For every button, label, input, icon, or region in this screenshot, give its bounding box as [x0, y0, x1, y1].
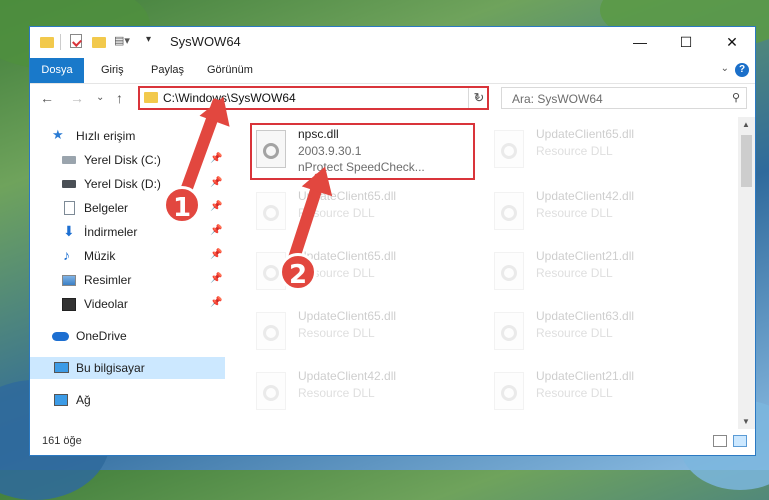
explorer-window: ▤▾ ▾ SysWOW64 — ☐ ✕ Dosya Giriş Paylaş G…: [29, 26, 756, 456]
sidebar-item-network[interactable]: Ağ: [30, 389, 225, 411]
star-icon: ★: [52, 127, 64, 142]
list-item[interactable]: UpdateClient63.dll Resource DLL: [490, 307, 716, 359]
list-item[interactable]: UpdateClient21.dll Resource DLL: [490, 247, 716, 299]
sidebar-item-onedrive[interactable]: OneDrive: [30, 325, 225, 347]
item-count: 161 öğe: [42, 435, 82, 447]
quick-access-dropdown-icon[interactable]: ▾: [146, 34, 151, 50]
folder-icon: [40, 34, 54, 50]
pin-icon[interactable]: 📌: [210, 201, 222, 212]
forward-button[interactable]: →: [70, 90, 84, 106]
tab-home[interactable]: Giriş: [101, 58, 124, 83]
recent-locations-button[interactable]: ⌄: [96, 92, 104, 103]
vertical-scrollbar[interactable]: ▲ ▼: [738, 117, 755, 429]
close-button[interactable]: ✕: [709, 27, 755, 58]
refresh-icon[interactable]: ↻: [468, 88, 489, 108]
scroll-down-icon[interactable]: ▼: [742, 417, 750, 426]
customize-quick-access-icon[interactable]: ▤▾: [114, 34, 130, 50]
search-input[interactable]: Ara: SysWOW64 ⚲: [501, 87, 747, 109]
navigation-bar: ← → ⌄ ↑ C:\Windows\SysWOW64 ⌄ ↻ Ara: Sys…: [30, 84, 755, 114]
pin-icon[interactable]: 📌: [210, 273, 222, 284]
dll-file-icon: [494, 312, 524, 350]
dll-file-icon: [256, 312, 286, 350]
maximize-button[interactable]: ☐: [663, 27, 709, 58]
list-item[interactable]: UpdateClient65.dll Resource DLL: [252, 307, 478, 359]
downloads-icon: ⬇: [63, 223, 75, 239]
list-item[interactable]: UpdateClient65.dll Resource DLL: [252, 187, 478, 239]
expand-ribbon-icon[interactable]: ⌄: [721, 63, 729, 74]
sidebar-item-downloads[interactable]: ⬇ İndirmeler 📌: [30, 221, 225, 243]
videos-icon: [62, 298, 76, 311]
step-2-badge: 2: [279, 253, 317, 291]
minimize-button[interactable]: —: [617, 27, 663, 58]
up-button[interactable]: ↑: [116, 90, 123, 106]
tab-share[interactable]: Paylaş: [151, 58, 184, 83]
dll-file-icon: [494, 192, 524, 230]
network-icon: [54, 394, 68, 406]
drive-icon: [62, 180, 76, 188]
search-placeholder: Ara: SysWOW64: [512, 92, 603, 106]
search-icon[interactable]: ⚲: [732, 91, 740, 104]
tab-view[interactable]: Görünüm: [207, 58, 253, 83]
dll-file-icon: [494, 252, 524, 290]
status-bar: 161 öğe: [30, 429, 755, 455]
tab-file[interactable]: Dosya: [30, 58, 84, 83]
large-icons-view-icon[interactable]: [733, 435, 747, 447]
dll-file-icon: [494, 130, 524, 168]
list-item[interactable]: UpdateClient65.dll Resource DLL: [490, 125, 716, 177]
pin-icon[interactable]: 📌: [210, 225, 222, 236]
address-bar[interactable]: C:\Windows\SysWOW64 ⌄: [138, 86, 489, 110]
pin-icon[interactable]: 📌: [210, 153, 222, 164]
list-item[interactable]: UpdateClient42.dll Resource DLL: [252, 367, 478, 419]
sidebar-item-videos[interactable]: Videolar 📌: [30, 293, 225, 315]
scroll-up-icon[interactable]: ▲: [742, 120, 750, 129]
dll-file-icon: [494, 372, 524, 410]
drive-icon: [62, 156, 76, 164]
pin-icon[interactable]: 📌: [210, 249, 222, 260]
step-1-badge: 1: [163, 186, 201, 224]
list-item[interactable]: UpdateClient21.dll Resource DLL: [490, 367, 716, 419]
list-item[interactable]: UpdateClient42.dll Resource DLL: [490, 187, 716, 239]
sidebar-item-pictures[interactable]: Resimler 📌: [30, 269, 225, 291]
folder-icon: [144, 92, 158, 103]
music-icon: ♪: [63, 247, 70, 263]
window-title: SysWOW64: [170, 34, 241, 49]
onedrive-icon: [52, 332, 69, 341]
details-view-icon[interactable]: [713, 435, 727, 447]
scrollbar-thumb[interactable]: [741, 135, 752, 187]
title-bar: ▤▾ ▾ SysWOW64 — ☐ ✕: [30, 27, 755, 58]
pin-icon[interactable]: 📌: [210, 297, 222, 308]
properties-icon[interactable]: [70, 34, 82, 50]
dll-file-icon: [256, 372, 286, 410]
sidebar-item-this-pc[interactable]: Bu bilgisayar: [30, 357, 225, 379]
computer-icon: [54, 362, 69, 373]
new-folder-icon[interactable]: [92, 34, 106, 50]
help-icon[interactable]: ?: [735, 63, 749, 77]
sidebar-item-music[interactable]: ♪ Müzik 📌: [30, 245, 225, 267]
back-button[interactable]: ←: [40, 90, 54, 106]
dll-file-icon: [256, 192, 286, 230]
pictures-icon: [62, 275, 76, 286]
ribbon-tabs: Dosya Giriş Paylaş Görünüm ⌄ ?: [30, 58, 755, 84]
pin-icon[interactable]: 📌: [210, 177, 222, 188]
highlight-box: [250, 123, 475, 180]
documents-icon: [64, 201, 75, 215]
